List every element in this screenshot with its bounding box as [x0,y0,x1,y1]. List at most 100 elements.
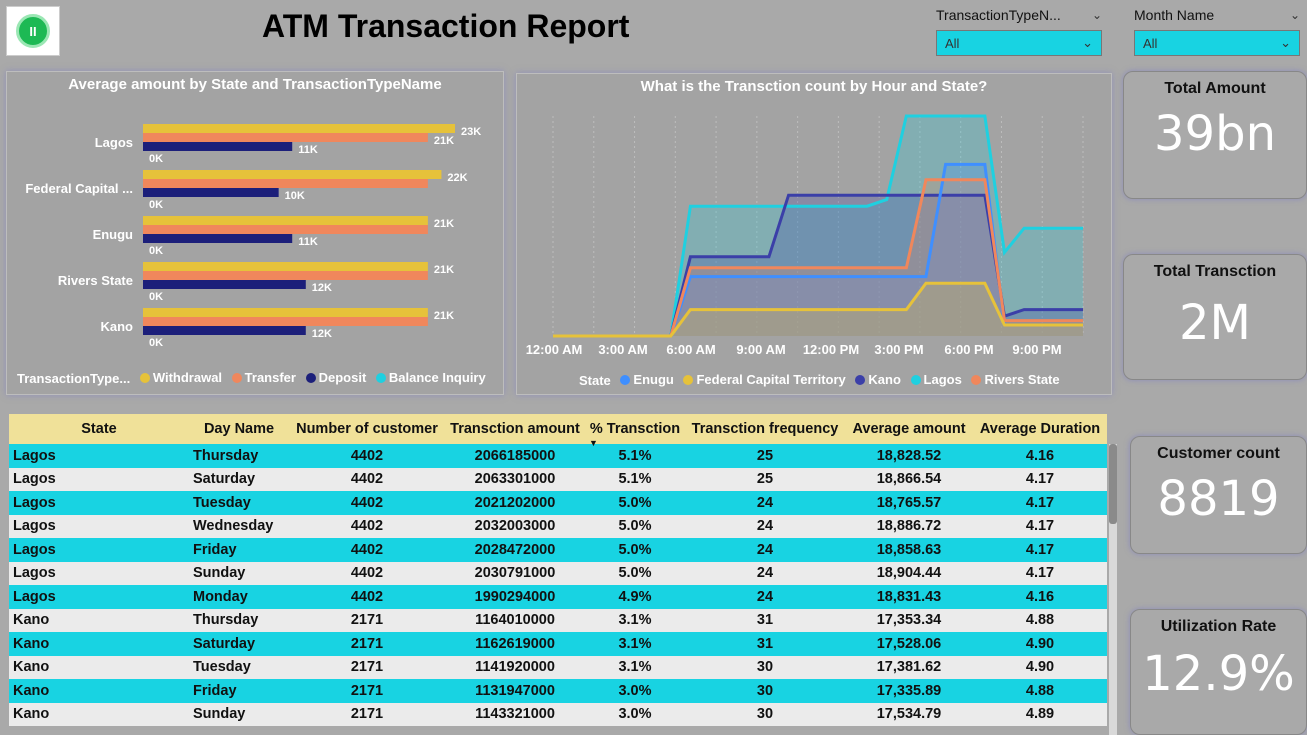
table-cell: 4.17 [973,561,1107,585]
table-row[interactable]: Kano Saturday 2171 1162619000 3.1% 31 17,528.0… [9,632,1107,656]
legend-item-kano[interactable]: Kano [855,372,901,387]
table-cell: 5.0% [585,538,685,562]
column-header-average-duration[interactable]: Average Duration [973,414,1107,444]
column-header-transction-frequency[interactable]: Transction frequency [685,414,845,444]
table-cell: 4.90 [973,655,1107,679]
legend-label: Enugu [633,372,674,387]
table-row[interactable]: Lagos Saturday 4402 2063301000 5.1% 25 18,866.… [9,467,1107,491]
slicer-month-name[interactable]: Month Name ⌄ All ⌄ [1134,6,1300,56]
column-header-day-name[interactable]: Day Name [189,414,289,444]
legend-item-rivers[interactable]: Rivers State [971,372,1060,387]
legend-item-lagos[interactable]: Lagos [910,372,962,387]
table-row[interactable]: Kano Sunday 2171 1143321000 3.0% 30 17,534.79 4… [9,702,1107,726]
column-header-state[interactable]: State [9,414,189,444]
table-cell: 4.17 [973,491,1107,515]
table-scrollbar[interactable] [1109,444,1117,735]
slicer-transaction-type[interactable]: TransactionTypeN... ⌄ All ⌄ [936,6,1102,56]
legend-item-deposit[interactable]: Deposit [305,370,366,385]
legend-dot [139,372,150,383]
bar-transfer[interactable] [143,317,428,326]
table-cell: Saturday [189,632,289,656]
table-row[interactable]: Kano Thursday 2171 1164010000 3.1% 31 17,353.3… [9,608,1107,632]
table-cell: Friday [189,679,289,703]
table-cell: 2032003000 [445,514,585,538]
bar-deposit[interactable] [143,142,293,151]
table-row[interactable]: Lagos Wednesday 4402 2032003000 5.0% 24 18,886… [9,514,1107,538]
slicer-dropdown[interactable]: All ⌄ [1134,30,1300,56]
slicer-dropdown[interactable]: All ⌄ [936,30,1102,56]
table-row[interactable]: Lagos Monday 4402 1990294000 4.9% 24 18,831.43… [9,585,1107,609]
bar-withdrawal[interactable] [143,216,428,225]
table-cell: 25 [685,467,845,491]
table-cell: 1143321000 [445,702,585,726]
x-tick-label: 6:00 AM [666,342,715,357]
scrollbar-thumb[interactable] [1109,444,1117,524]
bar-chart-panel[interactable]: Average amount by State and TransactionT… [6,71,504,395]
data-label: 12K [312,282,332,294]
bar-withdrawal[interactable] [143,262,428,271]
table-cell: 17,534.79 [845,702,973,726]
table-row[interactable]: Lagos Friday 4402 2028472000 5.0% 24 18,858.63… [9,538,1107,562]
legend-label: Withdrawal [152,370,223,385]
area-chart-panel[interactable]: What is the Transction count by Hour and… [516,73,1112,395]
bar-transfer[interactable] [143,225,428,234]
slicer-label: Month Name [1134,7,1215,23]
legend-item-fct[interactable]: Federal Capital Territory [683,372,846,387]
table-cell: 4.9% [585,585,685,609]
table-row[interactable]: Lagos Tuesday 4402 2021202000 5.0% 24 18,765.5… [9,491,1107,515]
table-cell: Kano [9,608,189,632]
card-value: 12.9% [1142,646,1295,702]
bar-deposit[interactable] [143,326,306,335]
data-label: 21K [434,264,454,276]
legend-item-withdrawal[interactable]: Withdrawal [139,370,223,385]
table-cell: 1164010000 [445,608,585,632]
table-cell: 5.0% [585,491,685,515]
bar-withdrawal[interactable] [143,170,442,179]
table-cell: 4.17 [973,538,1107,562]
bar-transfer[interactable] [143,133,428,142]
legend-dot [971,374,982,385]
data-table-panel[interactable]: State Day Name Number of customer Transc… [9,414,1121,735]
table-cell: 17,528.06 [845,632,973,656]
table-row[interactable]: Kano Friday 2171 1131947000 3.0% 30 17,335.89 4… [9,679,1107,703]
x-tick-label: 9:00 PM [1012,342,1061,357]
legend-item-transfer[interactable]: Transfer [231,370,296,385]
bar-deposit[interactable] [143,280,306,289]
slicer-value: All [1143,35,1158,51]
bar-deposit[interactable] [143,188,279,197]
table-cell: 2171 [289,679,445,703]
table-cell: Kano [9,655,189,679]
logo: II [6,6,60,56]
x-tick-label: 3:00 PM [874,342,923,357]
table-cell: Monday [189,585,289,609]
chevron-down-icon[interactable]: ⌄ [1290,8,1300,22]
bar-transfer[interactable] [143,271,428,280]
table-row[interactable]: Lagos Thursday 4402 2066185000 5.1% 25 18,828.… [9,444,1107,468]
chevron-down-icon[interactable]: ⌄ [1092,8,1102,22]
data-label: 0K [149,199,163,211]
table-cell: Thursday [189,608,289,632]
table-cell: 4402 [289,538,445,562]
table-row[interactable]: Lagos Sunday 4402 2030791000 5.0% 24 18,904.44… [9,561,1107,585]
legend-item-enugu[interactable]: Enugu [620,372,674,387]
table-row[interactable]: Kano Tuesday 2171 1141920000 3.1% 30 17,381.62… [9,655,1107,679]
column-header-average-amount[interactable]: Average amount [845,414,973,444]
legend-dot [375,372,386,383]
table-cell: 4.88 [973,608,1107,632]
bar-withdrawal[interactable] [143,124,455,133]
bar-chart-legend: TransactionType... Withdrawal Transfer D… [17,370,492,386]
bar-withdrawal[interactable] [143,308,428,317]
column-header-number-of-customer[interactable]: Number of customer [289,414,445,444]
column-header-percent-transction[interactable]: % Transction ▼ [585,414,685,448]
data-label: 10K [285,190,305,202]
column-header-label: % Transction [589,421,681,437]
table-cell: 2021202000 [445,491,585,515]
card-title: Total Transction [1153,263,1277,280]
bar-transfer[interactable] [143,179,428,188]
bar-deposit[interactable] [143,234,293,243]
table-cell: 30 [685,702,845,726]
legend-item-balance-inquiry[interactable]: Balance Inquiry [375,370,486,385]
column-header-transction-amount[interactable]: Transction amount [445,414,585,444]
table-cell: 4.16 [973,444,1107,468]
area-chart-legend: State Enugu Federal Capital Territory Ka… [579,372,1066,388]
